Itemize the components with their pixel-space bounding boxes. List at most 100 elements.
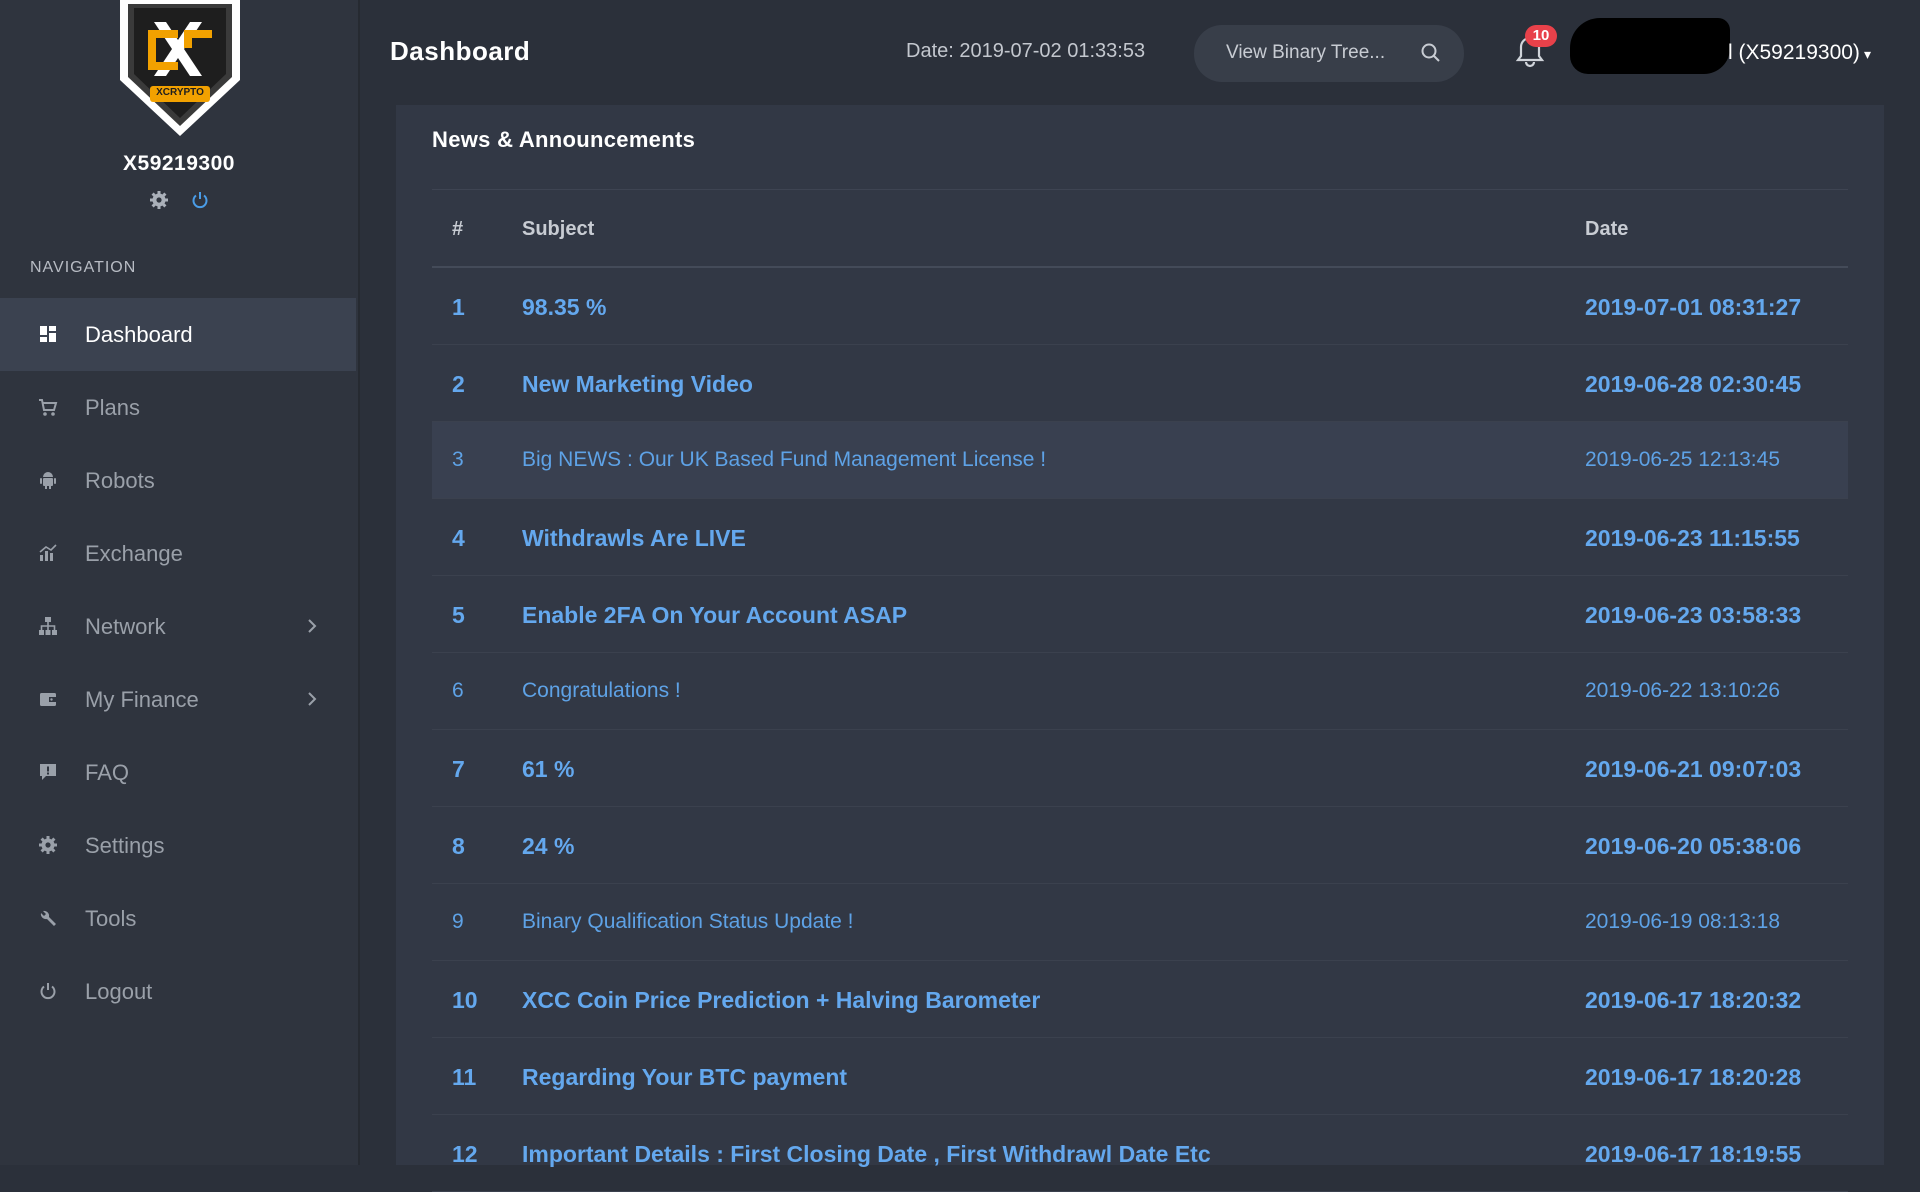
row-subject-link[interactable]: Withdrawls Are LIVE xyxy=(522,525,746,552)
search-input[interactable] xyxy=(1224,41,1418,65)
table-row[interactable]: 11 Regarding Your BTC payment 2019-06-17 1… xyxy=(432,1038,1848,1115)
row-subject-link[interactable]: Binary Qualification Status Update ! xyxy=(522,910,854,934)
gear-icon xyxy=(38,835,60,857)
news-table: # Subject Date 1 98.35 % 2019-07-01 08:31:… xyxy=(432,189,1848,1192)
row-subject-link[interactable]: 24 % xyxy=(522,833,574,860)
table-row[interactable]: 9 Binary Qualification Status Update ! 201… xyxy=(432,884,1848,961)
row-number: 8 xyxy=(452,833,465,859)
wrench-icon xyxy=(38,908,60,930)
robot-icon xyxy=(38,470,60,492)
row-number: 5 xyxy=(452,602,465,628)
table-body: 1 98.35 % 2019-07-01 08:31:27 2 New Marketin… xyxy=(432,268,1848,1192)
sidebar-item-label: Robots xyxy=(85,467,155,493)
row-date: 2019-06-21 09:07:03 xyxy=(1585,756,1802,782)
nav-heading: NAVIGATION xyxy=(30,259,137,276)
sidebar-item-label: Exchange xyxy=(85,540,183,566)
sidebar-item-exchange[interactable]: Exchange xyxy=(0,517,356,590)
row-subject-link[interactable]: Congratulations ! xyxy=(522,679,681,703)
row-subject-link[interactable]: Important Details : First Closing Date ,… xyxy=(522,1141,1211,1168)
sidebar-item-tools[interactable]: Tools xyxy=(0,882,356,955)
row-number: 2 xyxy=(452,371,465,397)
row-number: 1 xyxy=(452,294,465,320)
faq-icon xyxy=(38,762,60,784)
row-number: 6 xyxy=(452,679,464,702)
sidebar-item-logout[interactable]: Logout xyxy=(0,955,356,1028)
table-row[interactable]: 1 98.35 % 2019-07-01 08:31:27 xyxy=(432,268,1848,345)
table-row[interactable]: 7 61 % 2019-06-21 09:07:03 xyxy=(432,730,1848,807)
user-actions xyxy=(0,190,358,215)
search-box xyxy=(1194,25,1464,82)
sidebar-item-plans[interactable]: Plans xyxy=(0,371,356,444)
row-subject-link[interactable]: 98.35 % xyxy=(522,294,606,321)
row-number: 3 xyxy=(452,448,464,471)
row-number: 9 xyxy=(452,910,464,933)
column-header-num: # xyxy=(452,218,464,240)
row-number: 12 xyxy=(452,1141,478,1167)
row-date: 2019-06-22 13:10:26 xyxy=(1585,679,1780,702)
search-icon[interactable] xyxy=(1420,42,1442,69)
row-date: 2019-06-17 18:20:28 xyxy=(1585,1064,1802,1090)
row-subject-link[interactable]: 61 % xyxy=(522,756,574,783)
sidebar-item-dashboard[interactable]: Dashboard xyxy=(0,298,356,371)
row-subject-link[interactable]: Regarding Your BTC payment xyxy=(522,1064,847,1091)
row-date: 2019-07-01 08:31:27 xyxy=(1585,294,1802,320)
sidebar-item-label: Plans xyxy=(85,394,141,420)
sidebar-item-settings[interactable]: Settings xyxy=(0,809,356,882)
power-icon xyxy=(38,981,60,1003)
table-row[interactable]: 6 Congratulations ! 2019-06-22 13:10:26 xyxy=(432,653,1848,730)
table-row[interactable]: 8 24 % 2019-06-20 05:38:06 xyxy=(432,807,1848,884)
sidebar-item-my-finance[interactable]: My Finance xyxy=(0,663,356,736)
wallet-icon xyxy=(38,689,60,711)
dashboard-icon xyxy=(38,324,60,346)
logo[interactable]: XCRYPTO xyxy=(118,0,242,138)
row-date: 2019-06-17 18:19:55 xyxy=(1585,1141,1802,1167)
sidebar-item-faq[interactable]: FAQ xyxy=(0,736,356,809)
chart-icon xyxy=(38,543,60,565)
table-header: # Subject Date xyxy=(432,190,1848,268)
row-subject-link[interactable]: XCC Coin Price Prediction + Halving Baro… xyxy=(522,987,1040,1014)
news-title: News & Announcements xyxy=(432,127,696,152)
table-row[interactable]: 5 Enable 2FA On Your Account ASAP 2019-06-… xyxy=(432,576,1848,653)
sidebar-item-label: FAQ xyxy=(85,759,130,785)
gear-icon[interactable] xyxy=(149,190,169,215)
power-icon[interactable] xyxy=(191,191,209,214)
sidebar-item-label: My Finance xyxy=(85,686,199,712)
row-subject-link[interactable]: Enable 2FA On Your Account ASAP xyxy=(522,602,907,629)
row-date: 2019-06-23 11:15:55 xyxy=(1585,525,1800,551)
table-row[interactable]: 12 Important Details : First Closing Date… xyxy=(432,1115,1848,1192)
chevron-down-icon: ▾ xyxy=(1863,46,1871,62)
user-menu[interactable]: l (X59219300) ▾ xyxy=(1728,41,1871,65)
sidebar-item-label: Dashboard xyxy=(85,321,193,347)
row-subject-link[interactable]: Big NEWS : Our UK Based Fund Management … xyxy=(522,448,1046,472)
top-bar: Dashboard Date: 2019-07-02 01:33:53 10 l… xyxy=(360,0,1920,105)
sidebar-nav: Dashboard Plans Robots Exchange Network xyxy=(0,298,356,1028)
row-number: 7 xyxy=(452,756,465,782)
page-title: Dashboard xyxy=(390,36,531,66)
chevron-right-icon xyxy=(306,689,318,715)
table-row[interactable]: 2 New Marketing Video 2019-06-28 02:30:45 xyxy=(432,345,1848,422)
cart-icon xyxy=(38,397,60,419)
news-card: News & Announcements # Subject Date 1 98.… xyxy=(396,105,1884,1192)
sidebar-item-network[interactable]: Network xyxy=(0,590,356,663)
row-date: 2019-06-17 18:20:32 xyxy=(1585,987,1802,1013)
notification-badge: 10 xyxy=(1525,25,1557,47)
sidebar-item-robots[interactable]: Robots xyxy=(0,444,356,517)
current-date: Date: 2019-07-02 01:33:53 xyxy=(906,40,1146,62)
sidebar: XCRYPTO X59219300 NAVIGATION Dashboard P… xyxy=(0,0,360,1165)
row-subject-link[interactable]: New Marketing Video xyxy=(522,371,753,398)
row-date: 2019-06-25 12:13:45 xyxy=(1585,448,1780,471)
redacted-user-name xyxy=(1570,18,1730,74)
row-date: 2019-06-28 02:30:45 xyxy=(1585,371,1802,397)
chevron-right-icon xyxy=(306,616,318,642)
sidebar-username: X59219300 xyxy=(123,152,235,175)
column-header-date: Date xyxy=(1585,218,1629,240)
table-row[interactable]: 10 XCC Coin Price Prediction + Halving Ba… xyxy=(432,961,1848,1038)
sidebar-item-label: Settings xyxy=(85,832,165,858)
row-date: 2019-06-23 03:58:33 xyxy=(1585,602,1802,628)
user-menu-label: l (X59219300) xyxy=(1728,41,1860,64)
table-row[interactable]: 4 Withdrawls Are LIVE 2019-06-23 11:15:55 xyxy=(432,499,1848,576)
sidebar-item-label: Network xyxy=(85,613,166,639)
row-number: 4 xyxy=(452,525,465,551)
column-header-subject: Subject xyxy=(522,218,595,240)
table-row[interactable]: 3 Big NEWS : Our UK Based Fund Management… xyxy=(432,422,1848,499)
